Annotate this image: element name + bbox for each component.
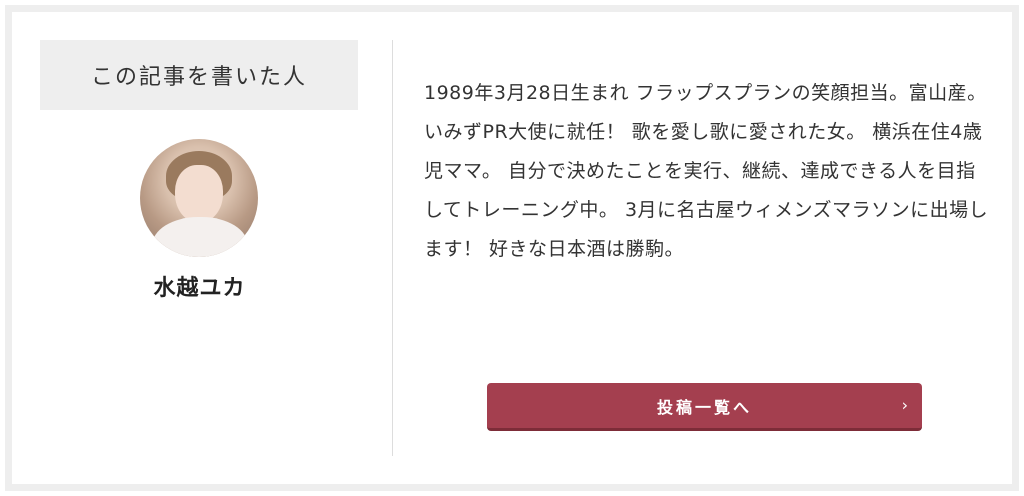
author-box-frame: この記事を書いた人 水越ユカ 1989年3月28日生まれ フラップスプランの笑顔… (5, 5, 1019, 491)
author-profile: この記事を書いた人 水越ユカ (12, 12, 387, 484)
avatar-body (152, 217, 248, 257)
author-box-heading-text: この記事を書いた人 (90, 65, 307, 90)
author-avatar[interactable] (140, 139, 258, 257)
avatar-face (175, 165, 223, 223)
view-posts-button-label: 投稿一覧へ (656, 397, 752, 417)
view-posts-button[interactable]: 投稿一覧へ › (487, 383, 922, 431)
author-bio: 1989年3月28日生まれ フラップスプランの笑顔担当。富山産。いみずPR大使に… (424, 82, 989, 260)
author-card: この記事を書いた人 水越ユカ 1989年3月28日生まれ フラップスプランの笑顔… (12, 12, 1012, 484)
author-name[interactable]: 水越ユカ (12, 270, 387, 302)
chevron-right-icon: › (901, 395, 908, 415)
column-divider (392, 40, 393, 456)
author-box-heading: この記事を書いた人 (40, 40, 358, 110)
